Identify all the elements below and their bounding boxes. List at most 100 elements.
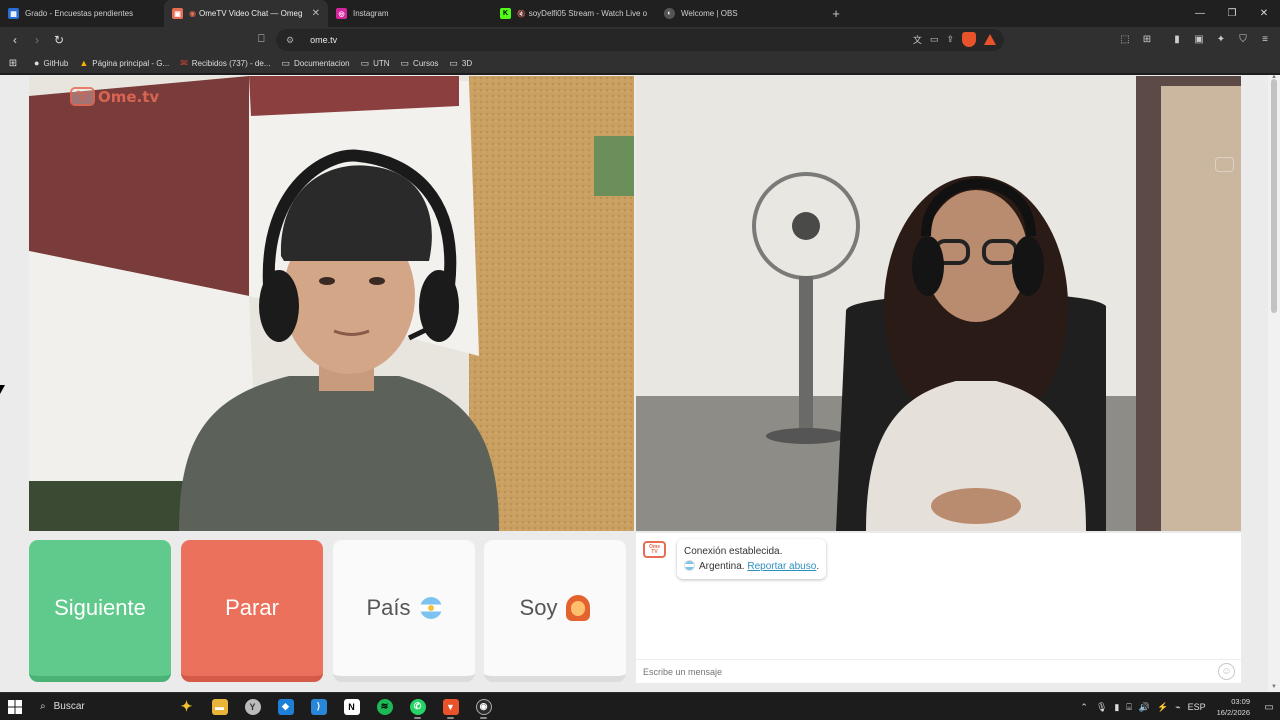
omnibox-actions: 文 ▭ ⇪ [913,32,996,47]
bookmark-folder-cursos[interactable]: ▭ Cursos [401,58,439,69]
partner-country: Argentina. Reportar abuso. [684,559,819,574]
tab-kick-stream[interactable]: K 🔇 soyDelfi05 Stream - Watch Live o [492,0,656,27]
windows-start-icon[interactable] [0,693,30,720]
battery-icon[interactable]: ▮ [1114,702,1119,713]
ometv-page: Ome TV Ome.tv Siguiente Parar País Soy O… [0,74,1280,692]
country-name: Argentina. [699,561,745,572]
close-window-icon[interactable]: ✕ [1248,0,1280,27]
google-drive-icon: ▲ [79,58,89,68]
tab-ometv[interactable]: ▣ ◉ OmeTV Video Chat — Omeg ✕ [164,0,328,27]
folder-icon: ▭ [360,57,370,68]
vpn-icon[interactable]: ⛉ [1236,32,1250,46]
next-button[interactable]: Siguiente [29,540,171,682]
site-info-icon[interactable]: ⚙ [286,35,294,46]
spotify-icon[interactable]: ≋ [368,693,401,720]
tab-grado[interactable]: ▦ Grado - Encuestas pendientes [0,0,164,27]
brave-icon[interactable]: ▼ [434,693,467,720]
scroll-down-icon[interactable]: ▼ [1271,684,1277,690]
clock[interactable]: 03:09 16/2/2026 [1217,696,1250,718]
copilot-icon[interactable]: ✦ [170,693,203,720]
tab-instagram[interactable]: ◎ Instagram [328,0,492,27]
cast-icon[interactable]: ▭ [930,34,939,45]
network-icon[interactable]: ⌸ [1126,702,1131,713]
obs-icon[interactable]: ◉ [467,693,500,720]
argentina-flag-icon [419,597,442,619]
tab-title: Grado - Encuestas pendientes [25,9,134,18]
close-tab-icon[interactable]: ✕ [312,8,320,19]
extensions-icon[interactable]: ⬚ [1118,32,1132,46]
bookmark-folder-documentacion[interactable]: ▭ Documentacion [281,58,349,69]
bookmark-label: Recibidos (737) - de... [191,58,271,68]
vscode-icon[interactable]: ⟩ [302,693,335,720]
minimize-icon[interactable]: — [1184,0,1216,27]
share-icon[interactable]: ⇪ [946,34,954,45]
folder-icon: ▭ [400,57,410,68]
tab-title: OmeTV Video Chat — Omeg [198,9,303,18]
brave-shields-icon[interactable] [962,32,976,47]
apps-grid-icon[interactable]: ⊞ [6,58,20,69]
bookmark-label: GitHub [43,58,69,68]
brave-rewards-icon[interactable] [984,34,996,45]
system-message: Conexión establecida. Argentina. Reporta… [677,539,827,579]
whatsapp-icon[interactable]: ✆ [401,693,434,720]
file-explorer-icon[interactable]: ▬ [203,693,236,720]
tray-overflow-icon[interactable]: ⌃ [1080,702,1088,713]
yandex-icon[interactable]: Y [236,693,269,720]
message-input[interactable] [643,664,1203,680]
report-abuse-link[interactable]: Reportar abuso [747,561,816,572]
microphone-icon[interactable]: 🎙 [1096,702,1107,713]
volume-icon[interactable]: 🔊 [1139,702,1150,713]
woman-emoji-icon [566,595,591,621]
scrollbar-thumb[interactable] [1271,79,1277,313]
translate-icon[interactable]: 文 [913,33,922,46]
ometv-logo: Ome TV Ome.tv [70,87,159,106]
instagram-icon: ◎ [336,8,347,19]
bookmark-google-drive[interactable]: ▲ Página principal - G... [79,58,169,68]
bookmarks-bar: ⊞ ● GitHub ▲ Página principal - G... ✉ Reci… [0,53,1280,74]
page-scrollbar[interactable]: ▲ ▼ [1268,74,1280,692]
forward-icon[interactable]: › [27,30,47,50]
notifications-icon[interactable]: ▭ [1258,693,1280,720]
browser-tab-strip: ▦ Grado - Encuestas pendientes ▣ ◉ OmeTV… [0,0,1280,27]
maximize-icon[interactable]: ❐ [1216,0,1248,27]
country-label: País [366,595,411,620]
outlook-icon[interactable]: ◆ [269,693,302,720]
gender-button[interactable]: Soy [484,540,626,682]
mouse-cursor-icon [0,385,5,394]
tab-obs[interactable]: ◐ Welcome | OBS [656,0,820,27]
local-video-frame [29,76,634,531]
bookmark-github[interactable]: ● GitHub [34,58,68,68]
bookmark-folder-3d[interactable]: ▭ 3D [449,58,472,69]
stop-button[interactable]: Parar [181,540,323,682]
country-button[interactable]: País [333,540,475,682]
back-icon[interactable]: ‹ [5,30,25,50]
wallet-icon[interactable]: ▣ [1192,32,1206,46]
sidebar-icon[interactable]: ▮ [1170,32,1184,46]
bookmark-folder-utn[interactable]: ▭ UTN [361,58,390,69]
muted-icon[interactable]: 🔇 [517,10,526,18]
bookmark-mail[interactable]: ✉ Recibidos (737) - de... [180,58,270,69]
obs-icon: ◐ [664,8,675,19]
language-indicator[interactable]: ESP [1188,702,1206,712]
bookmark-label: 3D [461,58,473,68]
menu-icon[interactable]: ≡ [1258,32,1272,46]
form-icon: ▦ [8,8,19,19]
usb-icon[interactable]: ⌁ [1175,702,1180,713]
next-label: Siguiente [54,595,146,620]
tab-title: Welcome | OBS [681,9,738,18]
taskbar-search[interactable]: ⌕ Buscar [30,693,170,720]
emoji-icon[interactable]: ☺ [1218,663,1235,680]
ometv-icon: ▣ [172,8,183,19]
notion-icon[interactable]: N [335,693,368,720]
audio-playing-icon[interactable]: ◉ [189,9,196,18]
power-icon[interactable]: ⚡ [1157,702,1168,713]
bookmark-icon[interactable]: ⎕ [258,33,265,46]
tab-search-icon[interactable]: ⊞ [1140,32,1154,46]
address-bar[interactable]: ⚙ ome.tv 文 ▭ ⇪ [276,29,1004,51]
tab-title: Instagram [353,9,389,18]
new-tab-button[interactable]: + [822,0,850,27]
argentina-flag-icon [684,560,695,571]
tab-title: soyDelfi05 Stream - Watch Live o [528,9,648,18]
reload-icon[interactable]: ↻ [49,30,69,50]
leo-ai-icon[interactable]: ✦ [1214,32,1228,46]
